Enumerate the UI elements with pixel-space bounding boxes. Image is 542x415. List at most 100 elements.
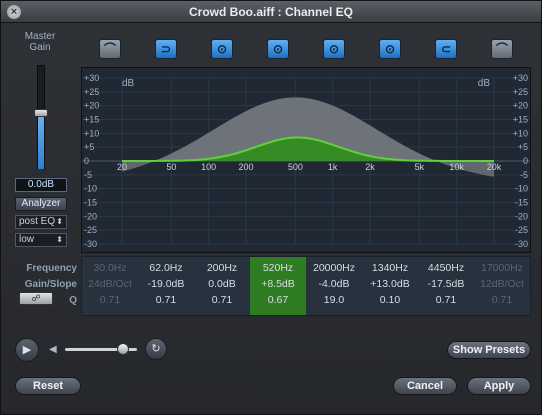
db-unit-label-right: dB [478,78,491,89]
freq-tick-label: 2k [365,162,375,172]
band-3-q-value[interactable]: 0.71 [194,294,250,306]
db-tick-label-left: -15 [84,198,97,208]
band-7-freq-value[interactable]: 4450Hz [418,262,474,274]
low-cut-icon: ⌒ [103,42,116,56]
reset-button[interactable]: Reset [15,377,81,395]
band-6-freq-value[interactable]: 1340Hz [362,262,418,274]
band-7-q-value[interactable]: 0.71 [418,294,474,306]
eq-graph-svg: +30 +30 +25 +25 +20 +20 +15 +15 +10 +10 +5 +5 0 0 -5 -5… [82,73,530,249]
db-tick-label-left: -25 [84,225,97,235]
band-8-freq-value[interactable]: 17000Hz [474,262,530,274]
band-1-freq-value[interactable]: 30.0Hz [82,262,138,274]
freq-tick-label: 5k [415,162,425,172]
band-3-gain-value[interactable]: 0.0dB [194,278,250,290]
freq-tick-label: 20k [487,162,502,172]
loop-button[interactable]: ↻ [145,338,167,360]
high-shelf-icon: ⊂ [440,42,452,56]
play-button[interactable]: ▶ [15,338,39,362]
speaker-icon: ◀ [49,344,57,355]
db-tick-label-right: +15 [513,115,528,125]
db-tick-label-right: +10 [513,128,528,138]
peak-2-icon: ⊙ [272,42,284,56]
band-button-high-cut[interactable]: ⌒ [491,39,513,59]
freq-tick-label: 100 [201,162,216,172]
db-tick-label-right: -10 [515,184,528,194]
db-unit-label-left: dB [122,78,135,89]
master-gain-value[interactable]: 0.0dB [15,178,67,192]
band-5-freq-value[interactable]: 20000Hz [306,262,362,274]
freq-tick-label: 10k [449,162,464,172]
band-7-gain-value[interactable]: -17.5dB [418,278,474,290]
peak-1-icon: ⊙ [216,42,228,56]
freq-tick-label: 1k [328,162,338,172]
show-presets-button[interactable]: Show Presets [447,341,531,359]
freq-tick-label: 50 [166,162,176,172]
db-tick-label-left: +30 [84,73,99,83]
analyzer-resolution-value: low [19,234,35,245]
parameter-cells: 30.0Hz 24dB/Oct 0.71 62.0Hz -19.0dB 0.71 200Hz… [81,256,531,316]
band-8-gain-value[interactable]: 12dB/Oct [474,278,530,290]
db-tick-label-left: +15 [84,115,99,125]
analyzer-button[interactable]: Analyzer [15,197,67,211]
high-cut-icon: ⌒ [495,42,508,56]
band-button-high-shelf[interactable]: ⊂ [435,39,457,59]
band-1-gain-value[interactable]: 24dB/Oct [82,278,138,290]
band-4-gain-value[interactable]: +8.5dB [250,278,306,290]
master-gain-fader-fill [38,111,44,169]
peak-3-icon: ⊙ [328,42,340,56]
peak-4-icon: ⊙ [384,42,396,56]
band-8-q-value[interactable]: 0.71 [474,294,530,306]
db-tick-label-left: -20 [84,211,97,221]
freq-tick-label: 200 [238,162,253,172]
band-4-freq-value[interactable]: 520Hz [250,262,306,274]
band-button-peak-3[interactable]: ⊙ [323,39,345,59]
band-6-gain-value[interactable]: +13.0dB [362,278,418,290]
band-5-q-value[interactable]: 19.0 [306,294,362,306]
apply-button[interactable]: Apply [467,377,531,395]
title-bar[interactable]: × Crowd Boo.aiff : Channel EQ [1,1,541,23]
chevron-updown-icon: ⬍ [56,217,63,226]
master-gain-label-line2: Gain [29,42,51,53]
band-button-peak-2[interactable]: ⊙ [267,39,289,59]
band-button-low-shelf[interactable]: ⊃ [155,39,177,59]
band-3-freq-value[interactable]: 200Hz [194,262,250,274]
master-gain-label-line1: Master [24,31,56,42]
freq-tick-label: 500 [288,162,303,172]
db-tick-label-right: -5 [520,170,528,180]
cancel-button[interactable]: Cancel [393,377,457,395]
band-2-q-value[interactable]: 0.71 [138,294,194,306]
db-tick-label-right: -20 [515,211,528,221]
analyzer-mode-select[interactable]: post EQ ⬍ [15,215,67,229]
db-tick-label-left: +20 [84,101,99,111]
db-tick-label-right: +5 [518,142,528,152]
freq-tick-label: 20 [117,162,127,172]
band-button-peak-4[interactable]: ⊙ [379,39,401,59]
eq-graph[interactable]: +30 +30 +25 +25 +20 +20 +15 +15 +10 +10 +5 +5 0 0 -5 -5… [81,67,531,253]
db-tick-label-left: -5 [84,170,92,180]
db-tick-label-right: -25 [515,225,528,235]
analyzer-resolution-select[interactable]: low ⬍ [15,233,67,247]
band-2-freq-value[interactable]: 62.0Hz [138,262,194,274]
db-tick-label-right: -30 [515,239,528,249]
gain-slope-row-label: Gain/Slope [24,279,77,290]
db-tick-label-left: +25 [84,87,99,97]
db-tick-label-right: -15 [515,198,528,208]
band-1-q-value[interactable]: 0.71 [82,294,138,306]
band-6-q-value[interactable]: 0.10 [362,294,418,306]
band-4-q-value[interactable]: 0.67 [250,294,306,306]
db-tick-label-left: +5 [84,142,94,152]
window-title: Crowd Boo.aiff : Channel EQ [189,5,353,19]
band-5-gain-value[interactable]: -4.0dB [306,278,362,290]
link-button[interactable]: ☍ [19,292,53,305]
master-gain-fader-knob[interactable] [34,109,48,117]
band-button-low-cut[interactable]: ⌒ [99,39,121,59]
db-tick-label-left: +10 [84,128,99,138]
volume-slider-knob[interactable] [116,343,129,355]
db-tick-label-left: 0 [84,156,89,166]
low-shelf-icon: ⊃ [160,42,172,56]
channel-eq-window: × Crowd Boo.aiff : Channel EQ Master Gai… [0,0,542,415]
db-tick-label-right: +25 [513,87,528,97]
band-button-peak-1[interactable]: ⊙ [211,39,233,59]
frequency-row-label: Frequency [26,263,77,274]
band-2-gain-value[interactable]: -19.0dB [138,278,194,290]
